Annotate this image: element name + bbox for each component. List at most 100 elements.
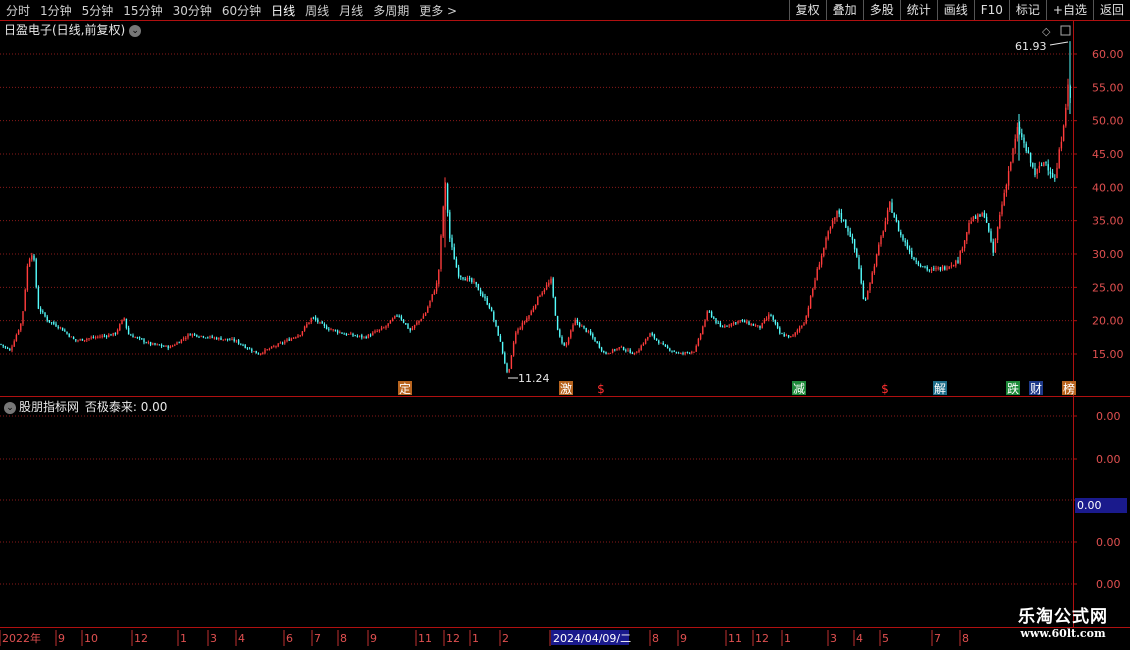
- x-axis-label: 4: [238, 632, 245, 645]
- candle-body: [794, 332, 796, 336]
- candle-body: [1012, 148, 1014, 162]
- candle-body: [988, 223, 990, 232]
- candle-body: [68, 333, 70, 337]
- candle-body: [697, 338, 700, 346]
- candle-body: [1003, 192, 1005, 206]
- candle-body: [26, 266, 29, 290]
- candle-body: [257, 353, 260, 355]
- candle-body: [884, 221, 887, 231]
- x-axis-label: 9: [58, 632, 65, 645]
- candle-body: [724, 325, 726, 328]
- candle-body: [418, 320, 420, 323]
- candle-body: [486, 298, 488, 305]
- candle-body: [889, 201, 891, 210]
- candle-body: [237, 340, 240, 344]
- candle-body: [13, 341, 15, 347]
- event-marker: $: [881, 382, 889, 396]
- x-axis-label: 12: [755, 632, 769, 645]
- candle-body: [402, 319, 405, 323]
- candle-body: [900, 232, 902, 236]
- candle-body: [607, 353, 609, 355]
- candle-body: [97, 336, 99, 338]
- candle-body: [435, 283, 438, 292]
- candle-body: [312, 317, 315, 319]
- candle-body: [405, 323, 407, 325]
- candle-body: [1021, 133, 1023, 138]
- x-axis-label: 3: [210, 632, 217, 645]
- candle-body: [565, 343, 568, 346]
- price-tick-label: 15.00: [1092, 348, 1124, 361]
- candle-body: [387, 323, 389, 326]
- candle-body: [262, 353, 264, 354]
- chevron-down-icon[interactable]: ⌄: [4, 401, 16, 414]
- high-price-pointer: [1049, 41, 1069, 46]
- candle-body: [1016, 127, 1019, 139]
- candle-body: [59, 327, 62, 328]
- candle-body: [743, 320, 746, 323]
- candle-body: [134, 337, 136, 338]
- kline-chart-canvas[interactable]: 60.0055.0050.0045.0040.0035.0030.0025.00…: [0, 0, 1130, 650]
- candle-body: [655, 338, 658, 341]
- candle-body: [369, 334, 372, 336]
- candle-body: [1067, 84, 1069, 107]
- candle-body: [937, 267, 939, 269]
- candle-body: [22, 311, 24, 324]
- indicator-title[interactable]: ⌄ 股朋指标网 否极泰来: 0.00: [4, 398, 167, 415]
- x-axis-label: 12: [134, 632, 148, 645]
- candle-body: [438, 269, 440, 284]
- candle-body: [180, 339, 183, 343]
- candle-body: [380, 327, 383, 330]
- candle-body: [649, 333, 651, 338]
- candle-body: [61, 327, 64, 331]
- candle-body: [691, 351, 693, 353]
- candle-body: [328, 328, 330, 330]
- candle-body: [759, 325, 761, 329]
- candle-body: [1045, 162, 1047, 164]
- candle-body: [1027, 150, 1030, 154]
- candle-body: [781, 333, 783, 335]
- candle-body: [790, 336, 792, 338]
- candle-body: [776, 323, 779, 328]
- candle-body: [1025, 143, 1027, 152]
- candle-body: [378, 329, 381, 332]
- candle-body: [279, 342, 282, 344]
- candle-body: [717, 323, 719, 324]
- candle-body: [235, 340, 238, 342]
- candle-body: [264, 349, 266, 354]
- candle-body: [11, 346, 13, 351]
- candle-body: [664, 344, 667, 347]
- candle-body: [981, 213, 983, 217]
- candle-body: [136, 337, 139, 338]
- candle-body: [253, 351, 255, 353]
- candle-body: [1040, 165, 1043, 166]
- candle-body: [268, 348, 271, 350]
- candle-body: [288, 339, 290, 341]
- candle-body: [739, 320, 741, 322]
- candle-body: [1001, 204, 1003, 215]
- candle-body: [996, 227, 999, 241]
- candle-body: [933, 268, 935, 270]
- candle-body: [1051, 173, 1054, 178]
- candle-body: [112, 332, 114, 336]
- candle-body: [156, 344, 158, 346]
- candle-body: [66, 331, 68, 334]
- candle-body: [741, 320, 744, 321]
- candle-body: [1034, 167, 1036, 176]
- candle-body: [1047, 164, 1049, 171]
- candle-body: [1038, 165, 1041, 169]
- candle-body: [499, 335, 502, 342]
- candle-body: [603, 351, 605, 353]
- x-axis-label: 2022年: [2, 631, 41, 645]
- candle-body: [462, 277, 464, 279]
- x-axis-label: 11: [418, 632, 432, 645]
- candle-body: [840, 212, 843, 220]
- candle-body: [460, 275, 462, 278]
- candle-body: [83, 339, 86, 341]
- candle-body: [880, 236, 882, 245]
- candle-body: [948, 266, 950, 269]
- indicator-line-label: 否极泰来: 0.00: [84, 400, 168, 414]
- chevron-down-icon[interactable]: ⌄: [129, 24, 142, 37]
- stock-title: 日盈电子(日线,前复权): [4, 23, 126, 37]
- main-chart-title[interactable]: 日盈电子(日线,前复权) ⌄: [4, 21, 142, 38]
- candle-body: [240, 343, 242, 345]
